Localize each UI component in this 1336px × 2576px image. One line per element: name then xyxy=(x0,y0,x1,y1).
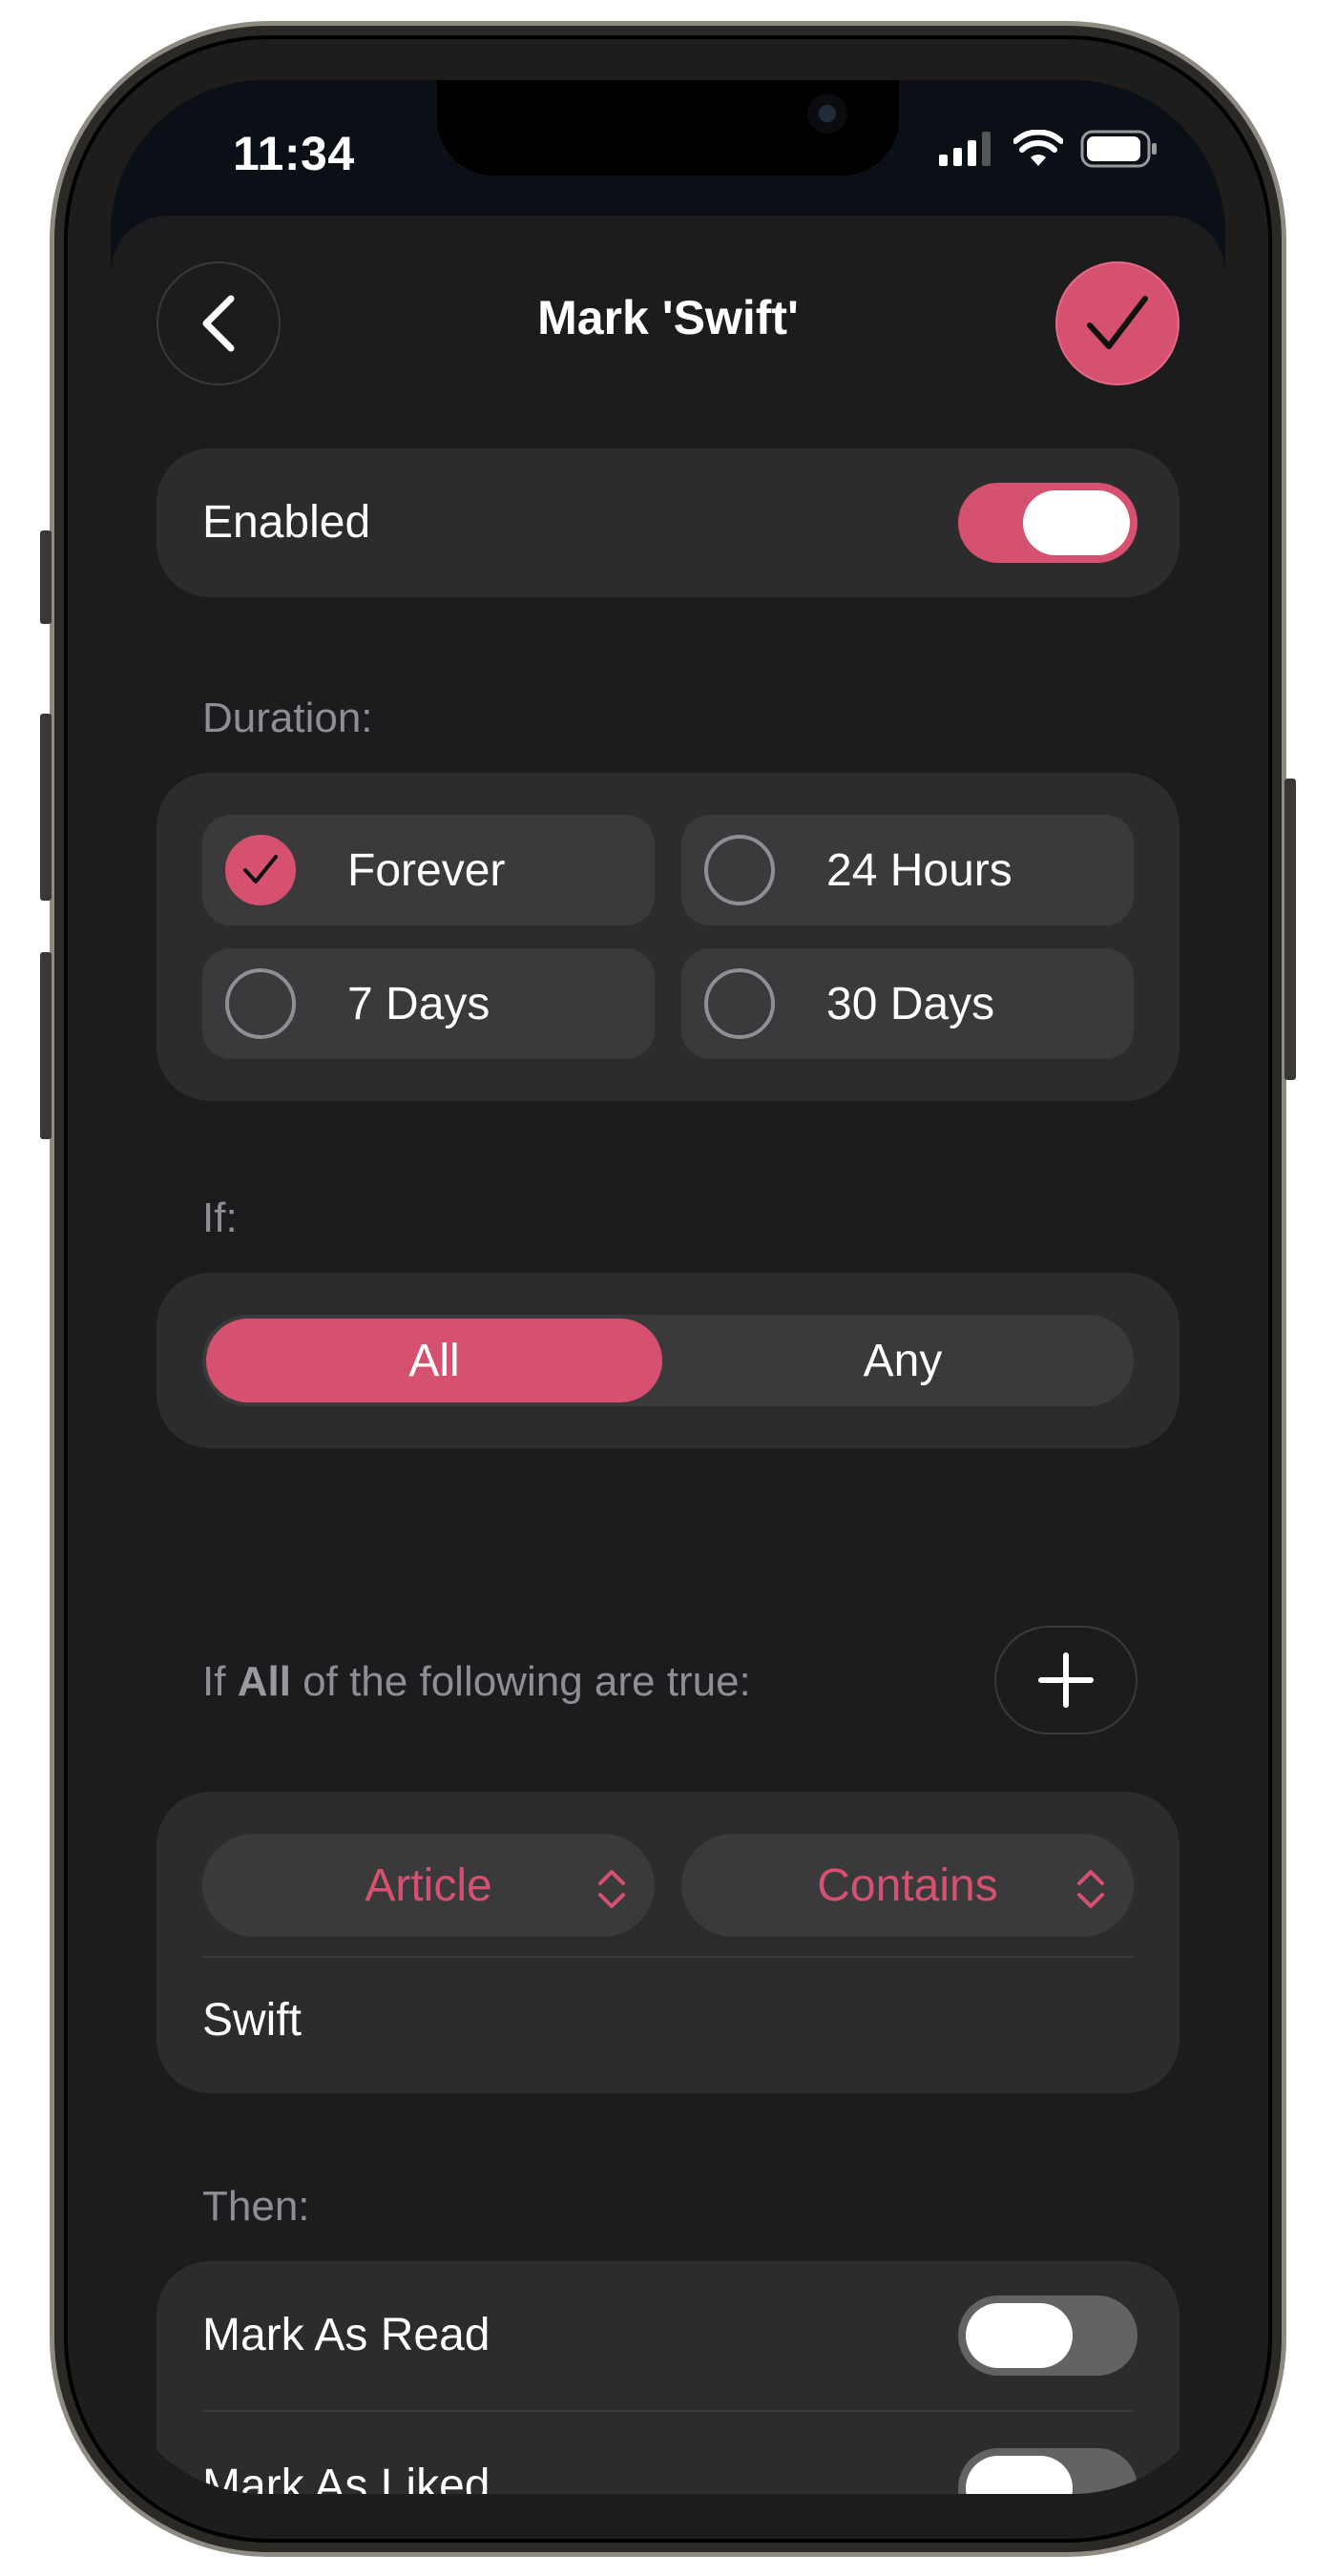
rules-heading-strong: All xyxy=(237,1658,291,1705)
field-picker[interactable]: Article xyxy=(202,1834,655,1937)
chevron-up-down-icon xyxy=(1077,1870,1104,1908)
volume-up-button xyxy=(40,714,52,901)
wifi-icon xyxy=(1013,130,1063,166)
add-rule-button[interactable] xyxy=(994,1626,1138,1735)
operator-picker[interactable]: Contains xyxy=(681,1834,1134,1937)
checkmark-icon xyxy=(243,855,278,883)
duration-label: Duration: xyxy=(202,695,373,741)
duration-option-forever[interactable]: Forever xyxy=(202,815,655,925)
radio-unchecked xyxy=(225,968,296,1039)
option-label: 7 Days xyxy=(347,978,491,1029)
signal-icon xyxy=(939,132,991,166)
enabled-card: Enabled xyxy=(157,448,1179,597)
rule-card: Article Contains Swift xyxy=(157,1792,1179,2093)
match-segmented-control: All Any xyxy=(202,1315,1134,1406)
option-label: Forever xyxy=(347,844,506,896)
notch xyxy=(437,80,899,176)
action-label-mark-liked: Mark As Liked xyxy=(202,2461,491,2494)
condition-card: All Any xyxy=(157,1273,1179,1448)
mark-read-toggle[interactable] xyxy=(958,2296,1138,2376)
power-button xyxy=(1284,779,1296,1080)
then-label: Then: xyxy=(202,2183,310,2230)
segment-any[interactable]: Any xyxy=(672,1315,1134,1406)
segment-all[interactable]: All xyxy=(206,1319,662,1402)
duration-card: Forever 24 Hours 7 Days 30 Days xyxy=(157,773,1179,1101)
enabled-label: Enabled xyxy=(202,497,371,548)
mark-liked-toggle[interactable] xyxy=(958,2448,1138,2494)
volume-down-button xyxy=(40,952,52,1139)
radio-checked xyxy=(225,835,296,905)
option-label: 24 Hours xyxy=(826,844,1012,896)
save-button[interactable] xyxy=(1055,261,1179,385)
battery-icon xyxy=(1080,130,1157,168)
enabled-toggle[interactable] xyxy=(958,483,1138,563)
duration-option-24-hours[interactable]: 24 Hours xyxy=(681,815,1134,925)
operator-picker-value: Contains xyxy=(817,1859,998,1911)
option-label: 30 Days xyxy=(826,978,995,1029)
field-picker-value: Article xyxy=(365,1859,492,1911)
screen: 11:34 Mark 'Swift' Enabled Duration: For… xyxy=(111,80,1225,2494)
radio-unchecked xyxy=(704,968,775,1039)
checkmark-icon xyxy=(1087,296,1148,349)
rules-heading-prefix: If xyxy=(202,1658,226,1705)
rule-value-field[interactable]: Swift xyxy=(202,1994,302,2046)
chevron-up-down-icon xyxy=(598,1870,625,1908)
rule-editor-sheet: Mark 'Swift' Enabled Duration: Forever 2… xyxy=(111,216,1225,2494)
toggle-knob xyxy=(1023,490,1130,555)
plus-icon xyxy=(1038,1652,1094,1708)
status-time: 11:34 xyxy=(233,127,355,180)
radio-unchecked xyxy=(704,835,775,905)
front-camera xyxy=(807,93,847,134)
duration-option-30-days[interactable]: 30 Days xyxy=(681,948,1134,1059)
if-label: If: xyxy=(202,1195,238,1241)
rules-heading-suffix: of the following are true: xyxy=(303,1658,751,1705)
toggle-knob xyxy=(966,2303,1073,2368)
silent-switch xyxy=(40,530,52,624)
divider xyxy=(202,2410,1134,2412)
duration-option-7-days[interactable]: 7 Days xyxy=(202,948,655,1059)
action-label-mark-read: Mark As Read xyxy=(202,2310,491,2360)
rules-heading: If All of the following are true: xyxy=(202,1658,751,1706)
toggle-knob xyxy=(966,2456,1073,2494)
divider xyxy=(202,1956,1134,1958)
status-icons xyxy=(939,130,1159,168)
actions-card: Mark As Read Mark As Liked xyxy=(157,2261,1179,2494)
